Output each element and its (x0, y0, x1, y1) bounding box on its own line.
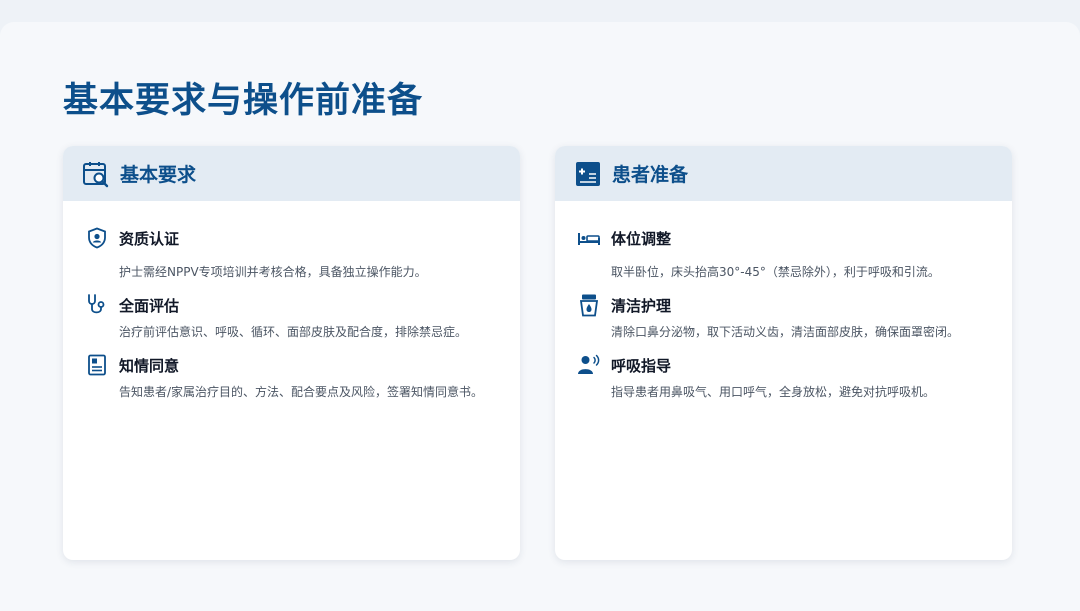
list-item: 体位调整 取半卧位，床头抬高30°-45°（禁忌除外），利于呼吸和引流。 (577, 225, 984, 282)
document-icon (85, 353, 109, 377)
item-title: 体位调整 (611, 229, 672, 248)
bed-icon (577, 226, 601, 250)
item-title: 呼吸指导 (611, 356, 672, 375)
item-description: 告知患者/家属治疗目的、方法、配合要点及风险，签署知情同意书。 (119, 385, 484, 399)
item-title: 资质认证 (119, 229, 180, 248)
medical-plus-icon (574, 160, 602, 188)
list-item: 资质认证 护士需经NPPV专项培训并考核合格，具备独立操作能力。 (85, 225, 492, 282)
list-item: 知情同意 告知患者/家属治疗目的、方法、配合要点及风险，签署知情同意书。 (85, 352, 492, 402)
shield-user-icon (85, 226, 109, 250)
item-title: 清洁护理 (611, 296, 672, 315)
slide: 基本要求与操作前准备 基本要求 资质认证 护士需经NPPV专项培训并考核合格，具… (0, 22, 1080, 611)
item-description: 指导患者用鼻吸气、用口呼气，全身放松，避免对抗呼吸机。 (611, 385, 936, 399)
card-header: 患者准备 (555, 146, 1012, 201)
item-title: 知情同意 (119, 356, 180, 375)
card-title: 基本要求 (120, 164, 197, 186)
page-title: 基本要求与操作前准备 (63, 81, 424, 121)
calendar-search-icon (82, 160, 110, 188)
list-item: 清洁护理 清除口鼻分泌物，取下活动义齿，清洁面部皮肤，确保面罩密闭。 (577, 292, 984, 342)
patient-preparation-card: 患者准备 体位调整 取半卧位，床头抬高30°-45°（禁忌除外），利于呼吸和引流… (555, 146, 1012, 560)
basic-requirements-card: 基本要求 资质认证 护士需经NPPV专项培训并考核合格，具备独立操作能力。 全面… (63, 146, 520, 560)
item-description: 治疗前评估意识、呼吸、循环、面部皮肤及配合度，排除禁忌症。 (119, 325, 468, 339)
user-voice-icon (577, 353, 601, 377)
stethoscope-icon (85, 293, 109, 317)
list-item: 全面评估 治疗前评估意识、呼吸、循环、面部皮肤及配合度，排除禁忌症。 (85, 292, 492, 342)
card-header: 基本要求 (63, 146, 520, 201)
item-description: 清除口鼻分泌物，取下活动义齿，清洁面部皮肤，确保面罩密闭。 (611, 325, 960, 339)
item-description: 取半卧位，床头抬高30°-45°（禁忌除外），利于呼吸和引流。 (611, 265, 940, 279)
cleanser-icon (577, 293, 601, 317)
item-title: 全面评估 (119, 296, 180, 315)
card-title: 患者准备 (612, 164, 689, 186)
list-item: 呼吸指导 指导患者用鼻吸气、用口呼气，全身放松，避免对抗呼吸机。 (577, 352, 984, 402)
item-description: 护士需经NPPV专项培训并考核合格，具备独立操作能力。 (119, 265, 427, 279)
